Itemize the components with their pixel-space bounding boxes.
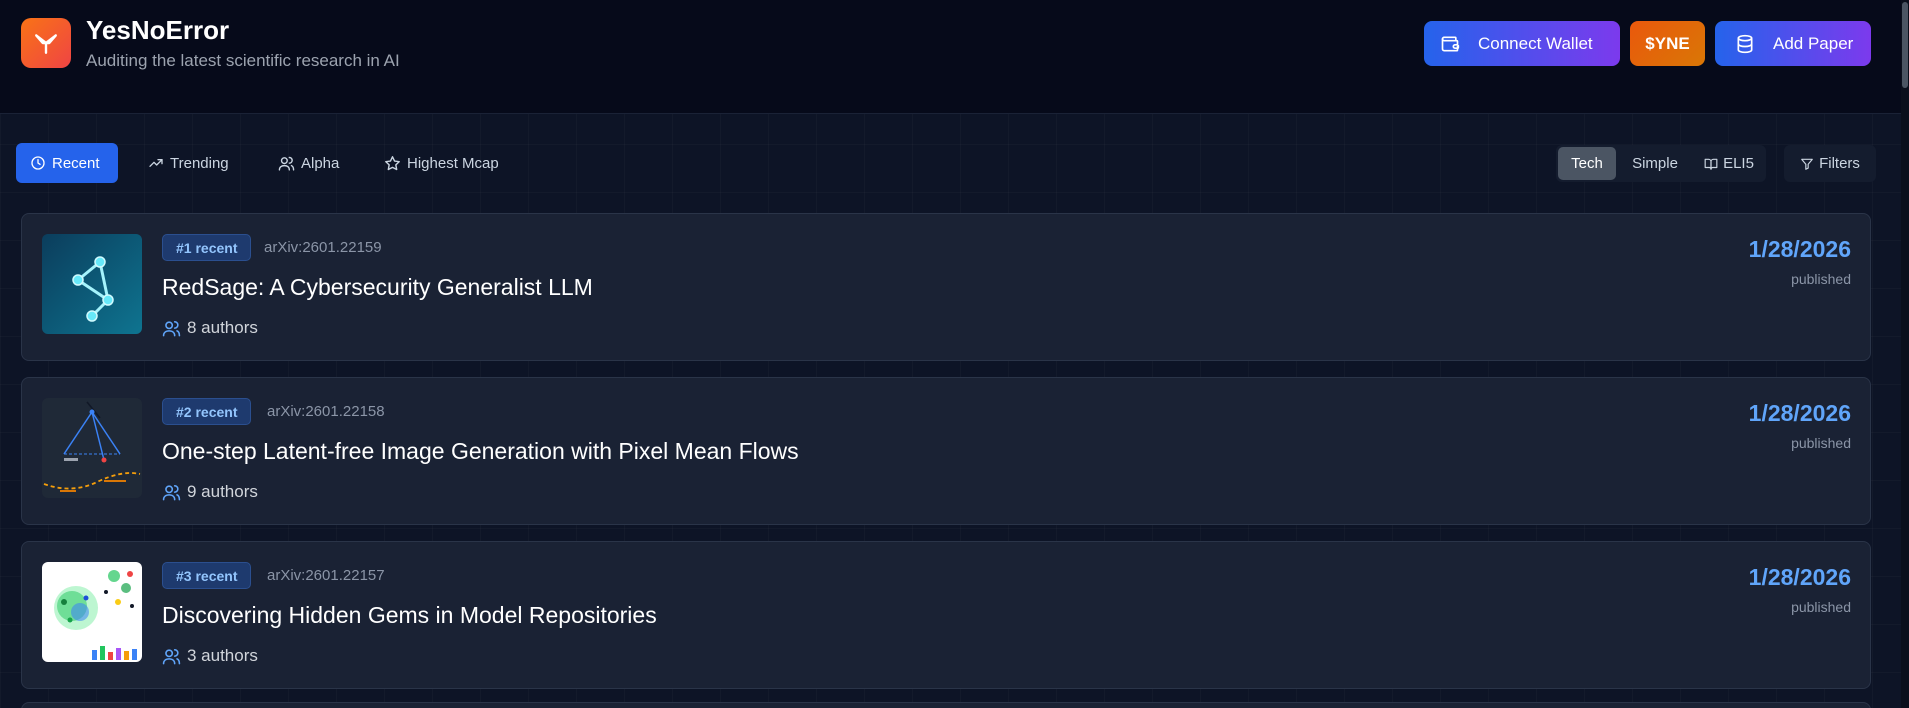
- authors-count: 8 authors: [187, 318, 258, 337]
- tab-trending[interactable]: Trending: [138, 143, 248, 183]
- scatter-plot-icon: [54, 570, 137, 660]
- mode-simple-button[interactable]: Simple: [1618, 147, 1692, 180]
- paper-card[interactable]: #3 recent arXiv:2601.22157 Discovering H…: [21, 541, 1871, 689]
- publish-date: 1/28/2026: [1748, 400, 1851, 426]
- users-icon: [162, 319, 181, 338]
- token-button[interactable]: $YNE: [1630, 21, 1705, 66]
- tab-highest-mcap[interactable]: Highest Mcap: [374, 143, 514, 183]
- book-icon: [1704, 157, 1718, 171]
- publish-date: 1/28/2026: [1748, 564, 1851, 590]
- tab-highest-mcap-label: Highest Mcap: [407, 154, 499, 172]
- page: YesNoError Auditing the latest scientifi…: [0, 0, 1909, 708]
- trending-up-icon: [148, 155, 164, 171]
- tab-recent[interactable]: Recent: [16, 143, 118, 183]
- paper-card[interactable]: #2 recent arXiv:2601.22158 One-step Late…: [21, 377, 1871, 525]
- brand-title: YesNoError: [86, 15, 230, 45]
- authors-count: 9 authors: [187, 482, 258, 501]
- connect-wallet-button[interactable]: Connect Wallet: [1424, 21, 1620, 66]
- scrollbar-thumb[interactable]: [1902, 2, 1908, 88]
- paper-title[interactable]: Discovering Hidden Gems in Model Reposit…: [162, 602, 657, 629]
- filter-icon: [1800, 157, 1814, 171]
- paper-authors: 8 authors: [162, 318, 258, 338]
- paper-card[interactable]: [21, 702, 1871, 708]
- brand-logo[interactable]: [21, 18, 71, 68]
- tab-alpha-label: Alpha: [301, 154, 340, 172]
- network-graph-icon: [72, 256, 114, 322]
- explanation-mode-toggle: Tech Simple ELI5: [1556, 145, 1766, 182]
- tab-alpha[interactable]: Alpha: [268, 143, 354, 183]
- publish-status: published: [1791, 271, 1851, 287]
- mode-simple-label: Simple: [1632, 155, 1678, 172]
- wallet-icon: [1440, 34, 1460, 54]
- paper-title[interactable]: RedSage: A Cybersecurity Generalist LLM: [162, 274, 593, 301]
- authors-count: 3 authors: [187, 646, 258, 665]
- paper-thumbnail: [42, 398, 142, 498]
- users-icon: [162, 483, 181, 502]
- page-scrollbar[interactable]: [1901, 0, 1909, 708]
- publish-date: 1/28/2026: [1748, 236, 1851, 262]
- rank-badge: #2 recent: [162, 398, 252, 425]
- logo-mark-icon: [35, 34, 57, 54]
- paper-title[interactable]: One-step Latent-free Image Generation wi…: [162, 438, 799, 465]
- mode-tech-label: Tech: [1571, 155, 1603, 172]
- paper-card[interactable]: #1 recent arXiv:2601.22159 RedSage: A Cy…: [21, 213, 1871, 361]
- tab-trending-label: Trending: [170, 154, 229, 172]
- brand-subtitle: Auditing the latest scientific research …: [86, 51, 400, 70]
- mode-eli5-label: ELI5: [1723, 155, 1754, 172]
- clock-icon: [30, 155, 46, 171]
- publish-status: published: [1791, 435, 1851, 451]
- filters-button[interactable]: Filters: [1784, 145, 1876, 182]
- paper-thumbnail: [42, 562, 142, 662]
- mode-tech-button[interactable]: Tech: [1558, 147, 1616, 180]
- arxiv-id[interactable]: arXiv:2601.22159: [264, 239, 382, 256]
- users-icon: [278, 155, 295, 172]
- arxiv-id[interactable]: arXiv:2601.22157: [267, 567, 385, 584]
- rank-badge: #3 recent: [162, 562, 252, 589]
- add-paper-button[interactable]: Add Paper: [1715, 21, 1871, 66]
- top-header: YesNoError Auditing the latest scientifi…: [0, 0, 1901, 114]
- connect-wallet-label: Connect Wallet: [1478, 33, 1593, 53]
- publish-status: published: [1791, 599, 1851, 615]
- mode-eli5-button[interactable]: ELI5: [1696, 147, 1762, 180]
- users-icon: [162, 647, 181, 666]
- arxiv-id[interactable]: arXiv:2601.22158: [267, 403, 385, 420]
- paper-authors: 3 authors: [162, 646, 258, 666]
- tab-recent-label: Recent: [52, 154, 100, 172]
- rank-badge: #1 recent: [162, 234, 252, 261]
- database-icon: [1735, 34, 1755, 54]
- token-label: $YNE: [1645, 33, 1690, 53]
- paper-thumbnail: [42, 234, 142, 334]
- paper-authors: 9 authors: [162, 482, 258, 502]
- star-icon: [384, 155, 401, 172]
- add-paper-label: Add Paper: [1773, 33, 1854, 53]
- flow-diagram-icon: [43, 401, 141, 492]
- filters-label: Filters: [1819, 155, 1860, 172]
